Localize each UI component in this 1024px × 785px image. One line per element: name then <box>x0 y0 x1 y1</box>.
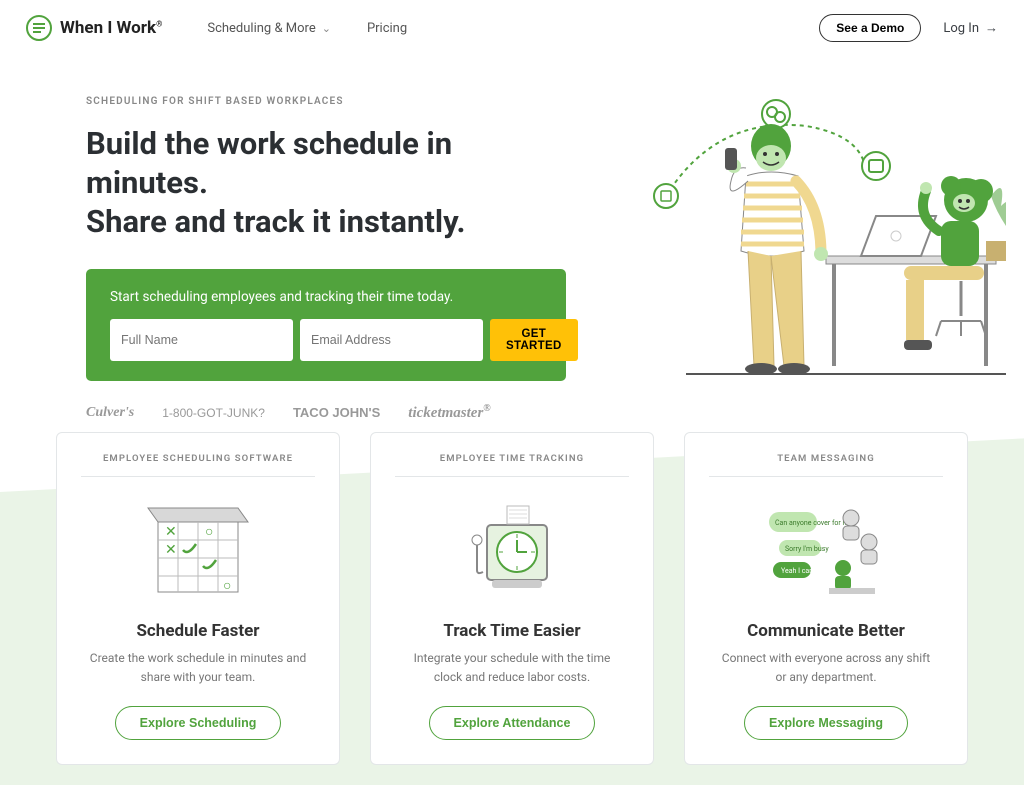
svg-text:✕: ✕ <box>165 542 177 558</box>
login-link[interactable]: Log In → <box>943 20 998 36</box>
brand-ticketmaster: ticketmaster® <box>408 403 490 422</box>
card-desc: Create the work schedule in minutes and … <box>81 649 315 686</box>
get-started-button[interactable]: GET STARTED <box>490 319 578 361</box>
people-desk-illustration <box>606 96 1006 376</box>
svg-text:✕: ✕ <box>165 524 177 540</box>
svg-text:Yeah I can!: Yeah I can! <box>781 567 815 575</box>
signup-form: Start scheduling employees and tracking … <box>86 269 566 381</box>
card-eyebrow: TEAM MESSAGING <box>709 453 943 477</box>
email-field[interactable] <box>300 319 483 361</box>
chevron-down-icon: ⌄ <box>322 22 331 35</box>
logo-icon <box>26 15 52 41</box>
logo-text: When I Work® <box>60 18 162 38</box>
features-section: EMPLOYEE SCHEDULING SOFTWARE ✕ ○ ✕ <box>0 432 1024 785</box>
svg-text:Sorry I'm busy: Sorry I'm busy <box>785 545 829 553</box>
hero-illustration <box>596 96 1006 422</box>
brand-gotjunk: 1-800-GOT-JUNK? <box>162 406 265 420</box>
brand-logos: Culver's 1-800-GOT-JUNK? TACO JOHN'S tic… <box>86 403 566 422</box>
explore-scheduling-button[interactable]: Explore Scheduling <box>115 706 282 740</box>
page-title: Build the work schedule in minutes. Shar… <box>86 125 566 241</box>
header-actions: See a Demo Log In → <box>819 14 998 42</box>
nav-pricing[interactable]: Pricing <box>367 21 407 36</box>
timeclock-illustration <box>395 495 629 605</box>
brand-culvers: Culver's <box>86 405 134 421</box>
card-eyebrow: EMPLOYEE TIME TRACKING <box>395 453 629 477</box>
explore-attendance-button[interactable]: Explore Attendance <box>429 706 596 740</box>
login-text: Log In <box>943 21 979 36</box>
logo[interactable]: When I Work® <box>26 15 162 41</box>
card-desc: Connect with everyone across any shift o… <box>709 649 943 686</box>
site-header: When I Work® Scheduling & More ⌄ Pricing… <box>0 0 1024 56</box>
calendar-illustration: ✕ ○ ✕ ○ <box>81 495 315 605</box>
nav-scheduling-label: Scheduling & More <box>207 21 315 36</box>
brand-tacojohns: TACO JOHN'S <box>293 405 380 420</box>
hero-eyebrow: SCHEDULING FOR SHIFT BASED WORKPLACES <box>86 96 566 107</box>
primary-nav: Scheduling & More ⌄ Pricing <box>207 21 407 36</box>
card-messaging: TEAM MESSAGING Can anyone cover for me? … <box>684 432 968 765</box>
messaging-illustration: Can anyone cover for me? Sorry I'm busy … <box>709 495 943 605</box>
card-title: Track Time Easier <box>395 621 629 641</box>
card-eyebrow: EMPLOYEE SCHEDULING SOFTWARE <box>81 453 315 477</box>
card-scheduling: EMPLOYEE SCHEDULING SOFTWARE ✕ ○ ✕ <box>56 432 340 765</box>
svg-text:○: ○ <box>223 578 231 594</box>
card-time-tracking: EMPLOYEE TIME TRACKING <box>370 432 654 765</box>
arrow-right-icon: → <box>985 20 998 36</box>
card-title: Schedule Faster <box>81 621 315 641</box>
nav-scheduling[interactable]: Scheduling & More ⌄ <box>207 21 331 36</box>
hero-content: SCHEDULING FOR SHIFT BASED WORKPLACES Bu… <box>86 96 566 422</box>
signup-prompt: Start scheduling employees and tracking … <box>110 289 542 305</box>
explore-messaging-button[interactable]: Explore Messaging <box>744 706 908 740</box>
svg-text:○: ○ <box>205 524 213 540</box>
card-desc: Integrate your schedule with the time cl… <box>395 649 629 686</box>
nav-pricing-label: Pricing <box>367 21 407 36</box>
see-demo-button[interactable]: See a Demo <box>819 14 921 42</box>
card-title: Communicate Better <box>709 621 943 641</box>
full-name-field[interactable] <box>110 319 293 361</box>
hero: SCHEDULING FOR SHIFT BASED WORKPLACES Bu… <box>0 56 1024 432</box>
